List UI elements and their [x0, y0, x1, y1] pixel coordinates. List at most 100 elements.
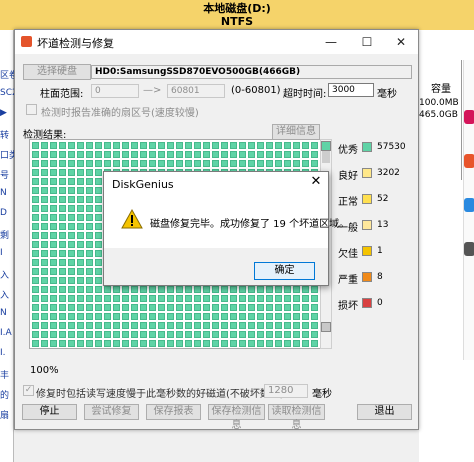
sector-block: [32, 268, 39, 275]
sector-block: [86, 160, 93, 167]
sector-block: [50, 340, 57, 347]
save-report-button[interactable]: 保存报表: [146, 404, 201, 420]
save-detection-info-button[interactable]: 保存检测信息: [208, 404, 265, 431]
legend-color-box: [362, 168, 372, 178]
sector-block: [77, 178, 84, 185]
stop-button[interactable]: 停止: [22, 404, 77, 420]
sector-block: [32, 160, 39, 167]
background-text-fragment: 入: [0, 291, 10, 301]
sector-block: [230, 331, 237, 338]
sector-block: [68, 322, 75, 329]
sector-block: [68, 142, 75, 149]
sector-block: [86, 232, 93, 239]
sector-block: [158, 286, 165, 293]
sector-block: [77, 214, 84, 221]
sector-block: [86, 169, 93, 176]
background-text-fragment: ▶: [0, 108, 7, 118]
sector-block: [86, 322, 93, 329]
sector-block: [32, 286, 39, 293]
side-toolbar-icon[interactable]: [464, 242, 474, 256]
sector-block: [59, 295, 66, 302]
sector-block: [77, 223, 84, 230]
sector-block: [50, 304, 57, 311]
sector-block: [176, 322, 183, 329]
sector-block: [158, 331, 165, 338]
sector-block: [284, 304, 291, 311]
cylinder-to-input[interactable]: 60801: [167, 84, 225, 98]
detail-info-button[interactable]: 详细信息: [272, 124, 320, 140]
sector-block: [95, 286, 102, 293]
background-text-fragment: 号: [0, 171, 10, 181]
sector-block: [41, 286, 48, 293]
load-detection-info-button[interactable]: 读取检测信息: [268, 404, 325, 431]
sector-block: [194, 151, 201, 158]
sector-block: [50, 313, 57, 320]
sector-block: [302, 151, 309, 158]
legend-label: 良好: [338, 171, 358, 182]
sector-block: [131, 340, 138, 347]
sector-block: [284, 322, 291, 329]
sector-block: [95, 178, 102, 185]
try-repair-button[interactable]: 尝试修复: [84, 404, 139, 420]
sector-block: [95, 196, 102, 203]
sector-block: [77, 322, 84, 329]
disk-title-bar: 本地磁盘(D:) NTFS: [0, 0, 474, 30]
side-toolbar-icon[interactable]: [464, 154, 474, 168]
sector-block: [41, 178, 48, 185]
message-box-close-button[interactable]: ✕: [309, 174, 323, 189]
side-toolbar-icon[interactable]: [464, 198, 474, 212]
background-text-fragment: 转: [0, 131, 10, 141]
sector-block: [50, 214, 57, 221]
sector-block: [275, 286, 282, 293]
sector-block: [68, 196, 75, 203]
sector-block: [122, 295, 129, 302]
sector-block: [68, 205, 75, 212]
sector-block: [212, 160, 219, 167]
report-sector-label: 检测时报告准确的扇区号(速度较慢): [41, 108, 199, 119]
sector-block: [230, 313, 237, 320]
sector-block: [185, 313, 192, 320]
sector-block: [104, 304, 111, 311]
sector-block: [41, 304, 48, 311]
sector-block: [239, 295, 246, 302]
sector-block: [212, 322, 219, 329]
side-toolbar-icon[interactable]: [464, 110, 474, 124]
sector-block: [311, 142, 318, 149]
sector-block: [50, 232, 57, 239]
close-button[interactable]: ✕: [387, 33, 415, 51]
exit-button[interactable]: 退出: [357, 404, 412, 420]
sector-block: [68, 286, 75, 293]
sector-block: [77, 250, 84, 257]
sector-block: [149, 313, 156, 320]
cylinder-from-input[interactable]: 0: [91, 84, 139, 98]
sector-block: [77, 331, 84, 338]
repair-option-checkbox[interactable]: ✓: [23, 385, 34, 396]
sector-block: [230, 286, 237, 293]
sector-block: [257, 160, 264, 167]
background-text-fragment: D: [0, 208, 7, 218]
sector-block: [131, 286, 138, 293]
sector-block: [59, 304, 66, 311]
sector-block: [95, 214, 102, 221]
timeout-input[interactable]: 3000: [328, 83, 374, 97]
maximize-button[interactable]: ☐: [353, 33, 381, 51]
sector-block: [284, 160, 291, 167]
sector-block: [77, 241, 84, 248]
sector-block: [122, 160, 129, 167]
ok-button[interactable]: 确定: [254, 262, 315, 280]
minimize-button[interactable]: —: [317, 33, 345, 51]
sector-block: [275, 322, 282, 329]
sector-block: [311, 313, 318, 320]
sector-block: [95, 223, 102, 230]
sector-block: [50, 205, 57, 212]
repair-ms-input[interactable]: 1280: [264, 384, 308, 398]
sector-block: [302, 295, 309, 302]
sector-block: [41, 214, 48, 221]
sector-block: [86, 295, 93, 302]
sector-block: [41, 187, 48, 194]
sector-block: [68, 304, 75, 311]
select-disk-button[interactable]: 选择硬盘: [23, 64, 91, 80]
report-sector-checkbox[interactable]: [26, 104, 37, 115]
sector-block: [140, 331, 147, 338]
background-text-fragment: 的: [0, 391, 10, 401]
